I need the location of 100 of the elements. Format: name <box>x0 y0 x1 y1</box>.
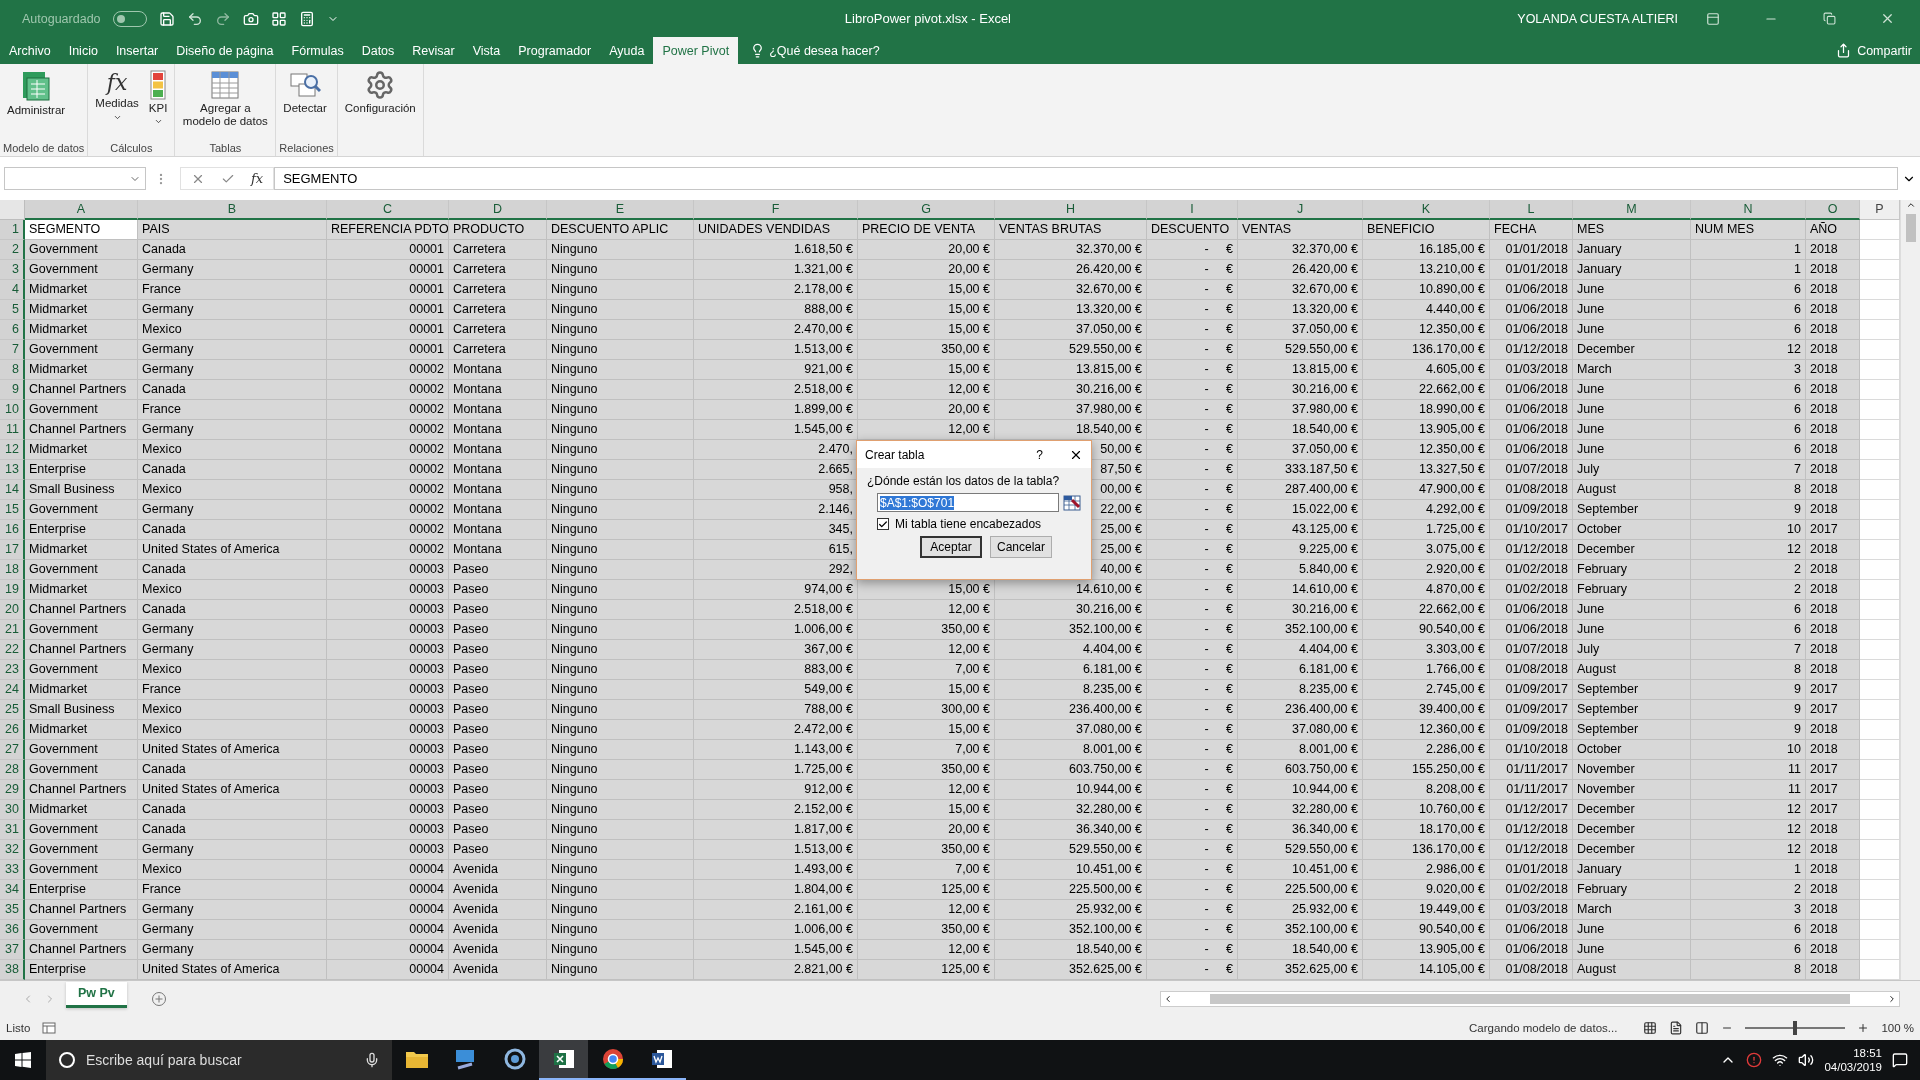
row-header[interactable]: 17 <box>0 540 25 560</box>
scroll-thumb[interactable] <box>1210 993 1850 1004</box>
row-header[interactable]: 22 <box>0 640 25 660</box>
row-header[interactable]: 16 <box>0 520 25 540</box>
ribbon-button[interactable]: Configuración <box>340 68 420 154</box>
share-button[interactable]: Compartir <box>1830 37 1920 64</box>
dialog-button[interactable]: Aceptar <box>920 536 982 558</box>
headers-checkbox[interactable] <box>877 518 889 530</box>
ribbon-button[interactable]: Agregar a modelo de datos <box>178 68 273 142</box>
row-header[interactable]: 31 <box>0 820 25 840</box>
volume-icon[interactable] <box>1798 1052 1815 1068</box>
row-header[interactable]: 29 <box>0 780 25 800</box>
row-header[interactable]: 18 <box>0 560 25 580</box>
ribbon-tab[interactable]: Archivo <box>0 37 60 64</box>
taskbar-search[interactable]: Escribe aquí para buscar <box>46 1040 392 1080</box>
undo-icon[interactable] <box>186 10 203 27</box>
column-header[interactable]: C <box>327 200 449 220</box>
tell-me-button[interactable]: ¿Qué desea hacer? <box>744 37 886 64</box>
notifications-icon[interactable] <box>1892 1052 1908 1068</box>
layout-icon[interactable] <box>270 10 287 27</box>
row-header[interactable]: 37 <box>0 940 25 960</box>
row-header[interactable]: 8 <box>0 360 25 380</box>
row-header[interactable]: 7 <box>0 340 25 360</box>
ribbon-button[interactable]: fx Medidas <box>91 68 143 142</box>
insert-function-button[interactable]: fx <box>251 171 264 186</box>
column-header[interactable]: N <box>1691 200 1806 220</box>
save-icon[interactable] <box>158 10 175 27</box>
ribbon-button[interactable]: Detectar <box>279 68 331 142</box>
ribbon-tab[interactable]: Revisar <box>403 37 464 64</box>
row-header[interactable]: 25 <box>0 700 25 720</box>
column-header[interactable]: P <box>1860 200 1900 220</box>
page-break-icon[interactable] <box>1695 1021 1710 1035</box>
ribbon-button[interactable]: KPI <box>144 68 172 142</box>
range-picker-icon[interactable] <box>1063 494 1081 511</box>
row-header[interactable]: 9 <box>0 380 25 400</box>
column-header[interactable]: I <box>1147 200 1238 220</box>
ribbon-tab[interactable]: Diseño de página <box>167 37 283 64</box>
row-header[interactable]: 15 <box>0 500 25 520</box>
row-header[interactable]: 10 <box>0 400 25 420</box>
vertical-scrollbar[interactable] <box>1900 200 1920 980</box>
column-header[interactable]: H <box>995 200 1147 220</box>
ribbon-tab[interactable]: Insertar <box>106 37 168 64</box>
restore-icon[interactable] <box>1822 12 1836 25</box>
page-layout-icon[interactable] <box>1669 1021 1684 1035</box>
row-header[interactable]: 36 <box>0 920 25 940</box>
document-app-icon[interactable] <box>650 1048 673 1070</box>
column-header[interactable]: D <box>449 200 547 220</box>
row-header[interactable]: 24 <box>0 680 25 700</box>
row-header[interactable]: 38 <box>0 960 25 980</box>
row-header[interactable]: 5 <box>0 300 25 320</box>
row-header[interactable]: 32 <box>0 840 25 860</box>
column-header[interactable]: M <box>1573 200 1691 220</box>
row-header[interactable]: 14 <box>0 480 25 500</box>
ribbon-tab[interactable]: Vista <box>463 37 510 64</box>
row-header[interactable]: 4 <box>0 280 25 300</box>
name-box[interactable] <box>4 167 146 190</box>
ribbon-tab[interactable]: Datos <box>352 37 404 64</box>
select-all-corner[interactable] <box>0 200 25 220</box>
row-header[interactable]: 13 <box>0 460 25 480</box>
row-header[interactable]: 35 <box>0 900 25 920</box>
scroll-thumb[interactable] <box>1905 214 1916 242</box>
browser-icon[interactable] <box>600 1047 625 1071</box>
microphone-icon[interactable] <box>364 1052 380 1068</box>
row-header[interactable]: 3 <box>0 260 25 280</box>
column-header[interactable]: L <box>1490 200 1573 220</box>
ribbon-display-icon[interactable] <box>1706 11 1720 26</box>
calculator-icon[interactable] <box>298 10 315 27</box>
row-header[interactable]: 28 <box>0 760 25 780</box>
shield-icon[interactable] <box>1746 1052 1763 1068</box>
row-header[interactable]: 11 <box>0 420 25 440</box>
horizontal-scrollbar[interactable] <box>1160 990 1900 1007</box>
row-header[interactable]: 21 <box>0 620 25 640</box>
new-sheet-icon[interactable] <box>150 990 167 1007</box>
row-header[interactable]: 12 <box>0 440 25 460</box>
ribbon-tab[interactable]: Power Pivot <box>653 37 739 64</box>
formula-field[interactable]: SEGMENTO <box>274 167 1898 190</box>
normal-view-icon[interactable] <box>1643 1021 1658 1035</box>
column-header[interactable]: O <box>1806 200 1860 220</box>
row-header[interactable]: 2 <box>0 240 25 260</box>
ribbon-button[interactable]: Administrar <box>3 68 70 142</box>
clock[interactable]: 18:51 04/03/2019 <box>1824 1046 1882 1074</box>
column-header[interactable]: F <box>694 200 858 220</box>
row-header[interactable]: 1 <box>0 220 25 240</box>
row-header[interactable]: 30 <box>0 800 25 820</box>
sheet-tab[interactable]: Pw Pv <box>66 981 127 1008</box>
scroll-up-icon[interactable] <box>1905 200 1916 210</box>
ribbon-tab[interactable]: Fórmulas <box>282 37 353 64</box>
row-header[interactable]: 23 <box>0 660 25 680</box>
column-header[interactable]: B <box>138 200 327 220</box>
spreadsheet-app-icon[interactable] <box>552 1048 575 1070</box>
scroll-right-icon[interactable] <box>1887 993 1897 1004</box>
ribbon-tab[interactable]: Ayuda <box>600 37 654 64</box>
column-header[interactable]: E <box>547 200 694 220</box>
ribbon-tab[interactable]: Programador <box>509 37 601 64</box>
column-header[interactable]: J <box>1238 200 1363 220</box>
help-button[interactable]: ? <box>1036 447 1043 462</box>
scroll-left-icon[interactable] <box>1163 993 1173 1004</box>
ribbon-tab[interactable]: Inicio <box>59 37 107 64</box>
network-icon[interactable] <box>1772 1052 1789 1068</box>
row-header[interactable]: 26 <box>0 720 25 740</box>
